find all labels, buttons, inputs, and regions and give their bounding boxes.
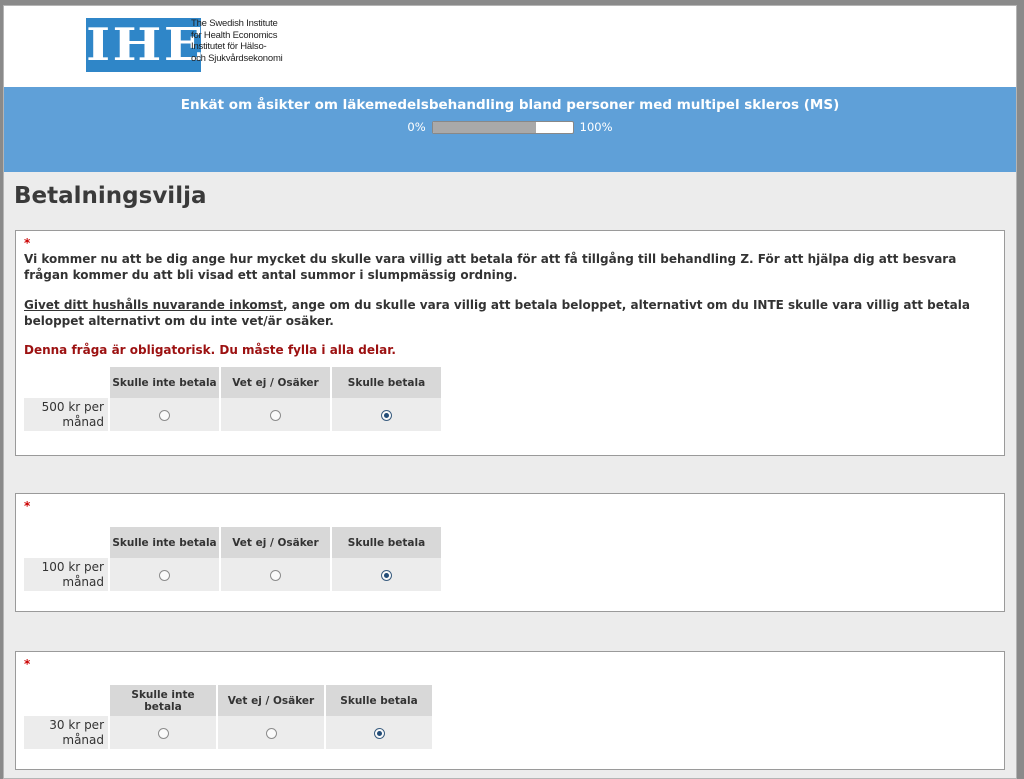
progress-bar	[431, 120, 574, 134]
answer-row: 100 kr per månad	[24, 558, 441, 591]
column-header: Skulle inte betala	[110, 685, 216, 716]
column-header: Skulle inte betala	[110, 367, 219, 398]
progress-fill	[432, 121, 537, 133]
column-header: Skulle betala	[332, 367, 441, 398]
logo-line: for Health Economics	[191, 29, 278, 41]
column-header: Vet ej / Osäker	[218, 685, 324, 716]
survey-page: IHE The Swedish Institute for Health Eco…	[3, 5, 1017, 779]
question-intro: Vi kommer nu att be dig ange hur mycket …	[24, 252, 957, 282]
radio-skulle-betala[interactable]	[381, 569, 392, 581]
question-500kr: * Vi kommer nu att be dig ange hur mycke…	[15, 230, 1005, 456]
column-header: Skulle inte betala	[110, 527, 219, 558]
answer-grid: Skulle inte betala Vet ej / Osäker Skull…	[22, 527, 443, 591]
answer-grid: Skulle inte betala Vet ej / Osäker Skull…	[22, 367, 443, 431]
radio-vet-ej[interactable]	[270, 409, 281, 421]
survey-title: Enkät om åsikter om läkemedelsbehandling…	[180, 97, 840, 113]
progress-max-label: 100%	[579, 120, 613, 134]
radio-vet-ej[interactable]	[270, 569, 281, 581]
section-title: Betalningsvilja	[14, 183, 207, 209]
instruction-underlined: Givet ditt hushålls nuvarande inkomst	[24, 298, 284, 312]
logo-line: Institutet för Hälso-	[191, 41, 267, 52]
question-100kr: * Skulle inte betala Vet ej / Osäker Sku…	[15, 493, 1005, 612]
required-asterisk: *	[24, 657, 31, 671]
question-30kr: * Skulle inte betala Vet ej / Osäker Sku…	[15, 651, 1005, 770]
radio-skulle-inte-betala[interactable]	[159, 569, 170, 581]
required-asterisk: *	[24, 236, 31, 250]
radio-skulle-inte-betala[interactable]	[159, 409, 170, 421]
survey-header: Enkät om åsikter om läkemedelsbehandling…	[4, 87, 1016, 172]
answer-row: 500 kr per månad	[24, 398, 441, 431]
required-asterisk: *	[24, 499, 31, 513]
column-header: Skulle betala	[326, 685, 432, 716]
radio-skulle-betala[interactable]	[381, 409, 392, 421]
mandatory-warning: Denna fråga är obligatorisk. Du måste fy…	[24, 343, 396, 357]
logo-text: The Swedish Institute for Health Economi…	[191, 18, 283, 64]
radio-skulle-betala[interactable]	[373, 727, 385, 739]
answer-grid: Skulle inte betala Vet ej / Osäker Skull…	[22, 685, 434, 749]
logo-bar: IHE The Swedish Institute for Health Eco…	[4, 6, 1016, 87]
logo-line: The Swedish Institute	[191, 18, 278, 29]
radio-skulle-inte-betala[interactable]	[157, 727, 169, 739]
radio-vet-ej[interactable]	[265, 727, 277, 739]
row-label: 30 kr per månad	[24, 716, 108, 749]
ihe-logo: IHE	[86, 18, 206, 72]
progress-min-label: 0%	[407, 120, 426, 134]
column-header: Vet ej / Osäker	[221, 367, 330, 398]
progress-indicator: 0% 100%	[4, 120, 1016, 134]
row-label: 100 kr per månad	[24, 558, 108, 591]
column-header: Skulle betala	[332, 527, 441, 558]
logo-line: och Sjukvårdsekonomi	[191, 52, 283, 64]
column-header: Vet ej / Osäker	[221, 527, 330, 558]
answer-row: 30 kr per månad	[24, 716, 432, 749]
question-instruction: Givet ditt hushålls nuvarande inkomst, a…	[24, 297, 996, 329]
row-label: 500 kr per månad	[24, 398, 108, 431]
